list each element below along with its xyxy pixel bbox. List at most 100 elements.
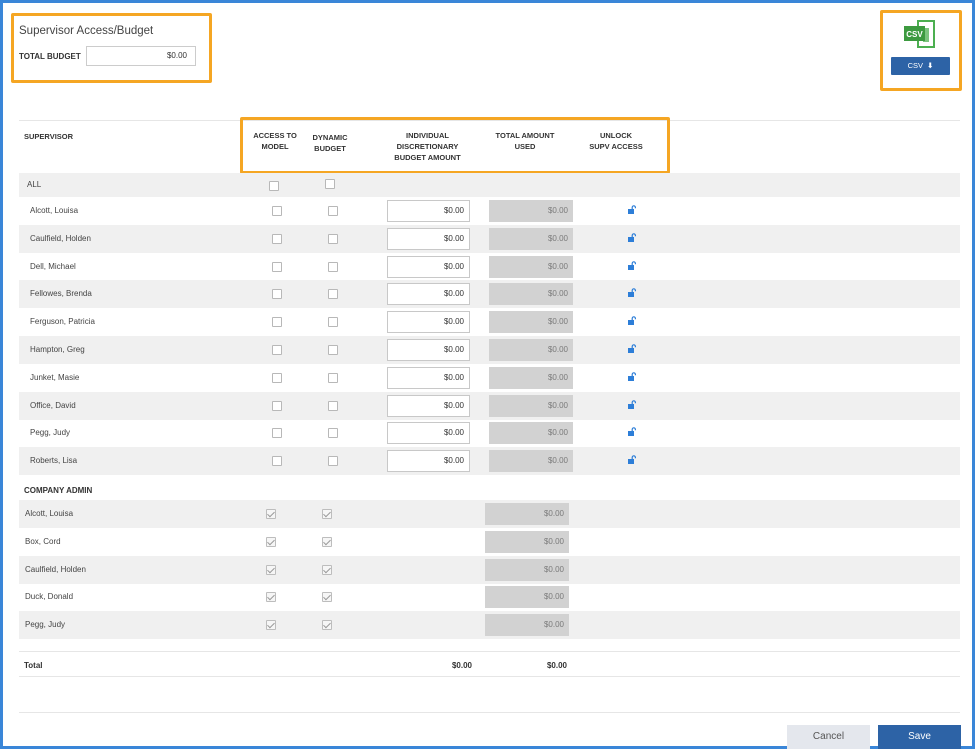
unlock-icon[interactable] [627, 455, 636, 465]
amount-used-value: $0.00 [485, 586, 569, 609]
access-to-model-checkbox[interactable] [272, 456, 282, 467]
csv-download-button[interactable]: CSV ⬇ [891, 57, 950, 75]
company-admin-label: COMPANY ADMIN [24, 486, 93, 495]
access-to-model-checkbox[interactable] [272, 400, 282, 411]
save-button[interactable]: Save [878, 725, 961, 749]
total-budget-sum: $0.00 [451, 661, 472, 670]
dynamic-budget-checkbox[interactable] [328, 317, 338, 328]
unlock-icon[interactable] [627, 427, 636, 437]
dynamic-budget-checkbox[interactable] [328, 372, 338, 383]
supervisor-name: Office, David [30, 400, 76, 410]
amount-used-value: $0.00 [489, 450, 573, 473]
dynamic-budget-checkbox[interactable] [328, 400, 338, 411]
supervisor-name: Pegg, Judy [30, 428, 71, 438]
admin-row: Alcott, Louisa $0.00 [19, 500, 960, 528]
admin-name: Caulfield, Holden [25, 564, 86, 574]
supervisor-row: Ferguson, Patricia $0.00 $0.00 [19, 308, 960, 336]
budget-amount-input[interactable]: $0.00 [387, 339, 470, 361]
budget-amount-input[interactable]: $0.00 [387, 366, 470, 389]
amount-used-value: $0.00 [489, 366, 573, 389]
budget-amount-input[interactable]: $0.00 [387, 255, 470, 278]
all-row-label: ALL [27, 180, 42, 189]
dynamic-budget-checkbox[interactable] [328, 289, 338, 300]
csv-file-icon[interactable]: CSV [902, 19, 936, 49]
cancel-button[interactable]: Cancel [787, 725, 870, 749]
access-to-model-checkbox [266, 536, 276, 547]
admin-name: Alcott, Louisa [25, 509, 74, 518]
csv-button-label: CSV [907, 61, 924, 70]
budget-amount-input[interactable]: $0.00 [387, 394, 470, 417]
amount-used-value: $0.00 [485, 558, 569, 581]
unlock-icon[interactable] [627, 344, 636, 353]
access-to-model-checkbox [266, 564, 276, 575]
dynamic-budget-checkbox[interactable] [328, 345, 338, 355]
access-to-model-checkbox[interactable] [272, 428, 282, 439]
unlock-icon[interactable] [627, 399, 636, 409]
access-to-model-checkbox[interactable] [272, 345, 282, 355]
dynamic-budget-checkbox [322, 564, 332, 575]
admin-name: Box, Cord [25, 536, 61, 546]
all-access-checkbox[interactable] [269, 181, 279, 191]
dynamic-budget-checkbox [322, 536, 332, 547]
supervisor-name: Fellowes, Brenda [30, 289, 92, 299]
access-to-model-checkbox[interactable] [272, 317, 282, 328]
dynamic-budget-checkbox [322, 509, 332, 519]
dynamic-budget-checkbox[interactable] [328, 206, 338, 216]
supervisor-row: Fellowes, Brenda $0.00 $0.00 [19, 280, 960, 309]
total-budget-field[interactable]: $0.00 [86, 46, 196, 66]
supervisor-row: Junket, Masie $0.00 $0.00 [19, 364, 960, 392]
unlock-icon[interactable] [627, 260, 636, 270]
access-to-model-checkbox[interactable] [272, 289, 282, 300]
unlock-icon[interactable] [627, 288, 636, 298]
supervisor-row: Roberts, Lisa $0.00 $0.00 [19, 447, 960, 476]
col-unlock: UNLOCK SUPV ACCESS [589, 131, 643, 151]
budget-amount-input[interactable]: $0.00 [387, 200, 470, 222]
page-title: Supervisor Access/Budget [19, 25, 154, 37]
unlock-icon[interactable] [627, 205, 636, 214]
supervisor-row: Alcott, Louisa $0.00 $0.00 [19, 197, 960, 225]
supervisor-name: Ferguson, Patricia [30, 317, 95, 327]
dynamic-budget-checkbox [322, 620, 332, 631]
supervisor-row: Hampton, Greg $0.00 $0.00 [19, 336, 960, 364]
supervisor-row: Office, David $0.00 $0.00 [19, 391, 960, 420]
dynamic-budget-checkbox[interactable] [328, 456, 338, 467]
access-to-model-checkbox [266, 620, 276, 631]
all-row: ALL [19, 173, 960, 197]
supervisor-name: Junket, Masie [30, 372, 80, 382]
admin-name: Duck, Donald [25, 592, 74, 602]
amount-used-value: $0.00 [489, 339, 573, 361]
col-total-used: TOTAL AMOUNT USED [495, 131, 555, 151]
budget-amount-input[interactable]: $0.00 [387, 450, 470, 473]
supervisor-row: Pegg, Judy $0.00 $0.00 [19, 419, 960, 447]
unlock-icon[interactable] [627, 233, 636, 242]
amount-used-value: $0.00 [489, 255, 573, 278]
access-to-model-checkbox[interactable] [272, 233, 282, 244]
dynamic-budget-checkbox[interactable] [328, 233, 338, 244]
supervisor-name: Hampton, Greg [30, 345, 85, 354]
supervisor-name: Caulfield, Holden [30, 233, 91, 243]
access-to-model-checkbox [266, 592, 276, 603]
dynamic-budget-checkbox[interactable] [328, 261, 338, 272]
total-used-sum: $0.00 [546, 661, 567, 670]
dynamic-budget-checkbox [322, 592, 332, 603]
supervisor-row: Caulfield, Holden $0.00 $0.00 [19, 224, 960, 253]
totals-bottom-divider [19, 676, 960, 677]
admin-row: Caulfield, Holden $0.00 [19, 555, 960, 584]
csv-icon-text: CSV [906, 30, 923, 39]
budget-amount-input[interactable]: $0.00 [387, 283, 470, 306]
budget-amount-input[interactable]: $0.00 [387, 227, 470, 250]
col-supervisor: SUPERVISOR [24, 132, 74, 141]
budget-amount-input[interactable]: $0.00 [387, 311, 470, 334]
col-individual-budget: INDIVIDUAL DISCRETIONARY BUDGET AMOUNT [394, 131, 461, 162]
supervisor-name: Alcott, Louisa [30, 206, 79, 215]
access-to-model-checkbox[interactable] [272, 206, 282, 216]
dynamic-budget-checkbox[interactable] [328, 428, 338, 439]
unlock-icon[interactable] [627, 372, 636, 381]
budget-amount-input[interactable]: $0.00 [387, 422, 470, 445]
amount-used-value: $0.00 [489, 422, 573, 445]
access-to-model-checkbox[interactable] [272, 261, 282, 272]
supervisor-name: Roberts, Lisa [30, 456, 78, 466]
access-to-model-checkbox[interactable] [272, 372, 282, 383]
unlock-icon[interactable] [627, 316, 636, 326]
all-dynamic-checkbox[interactable] [325, 179, 335, 189]
